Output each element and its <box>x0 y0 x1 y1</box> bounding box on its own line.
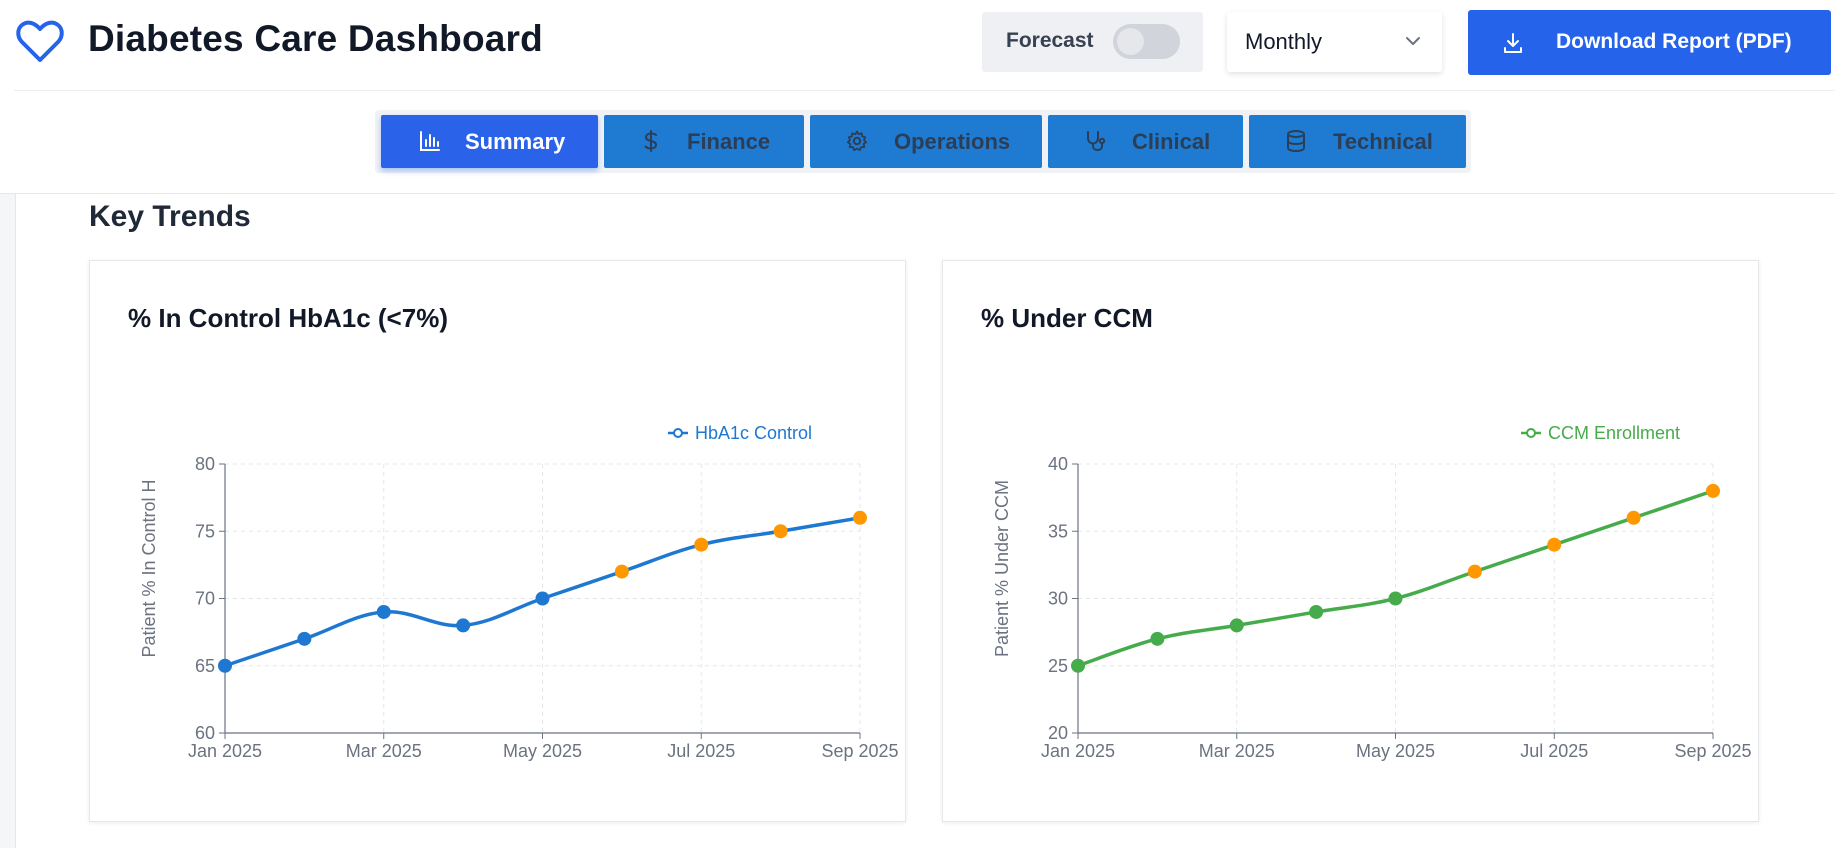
y-axis-title: Patient % In Control H <box>139 479 159 657</box>
y-tick-label: 35 <box>1048 521 1068 541</box>
y-tick-label: 30 <box>1048 589 1068 609</box>
x-tick-label: May 2025 <box>503 741 582 761</box>
x-tick-label: Mar 2025 <box>346 741 422 761</box>
x-tick-label: May 2025 <box>1356 741 1435 761</box>
toggle-knob <box>1117 28 1144 55</box>
ccm-line-chart: 20 25 30 35 40 Jan 2025 Mar 2025 May 2025 Jul 20… <box>992 423 1752 761</box>
forecast-toggle-group: Forecast <box>982 12 1203 72</box>
tab-label: Technical <box>1333 129 1433 154</box>
bar-chart-icon <box>420 131 440 151</box>
forecast-point <box>694 537 709 552</box>
tab-technical[interactable]: Technical <box>1249 115 1466 168</box>
download-report-label: Download Report (PDF) <box>1556 30 1792 53</box>
tab-operations[interactable]: Operations <box>810 115 1042 168</box>
y-tick-label: 25 <box>1048 656 1068 676</box>
x-tick-label: Jul 2025 <box>1520 741 1588 761</box>
x-tick-label: Jan 2025 <box>1041 741 1115 761</box>
y-tick-label: 70 <box>195 589 215 609</box>
x-tick-label: Jul 2025 <box>667 741 735 761</box>
data-point <box>1309 604 1324 619</box>
x-tick-label: Jan 2025 <box>188 741 262 761</box>
chevron-down-icon <box>1406 37 1420 45</box>
y-tick-label: 40 <box>1048 454 1068 474</box>
legend-label: CCM Enrollment <box>1548 423 1680 443</box>
legend-label: HbA1c Control <box>695 423 812 443</box>
top-bar: Diabetes Care Dashboard Forecast Monthly… <box>0 0 1835 92</box>
legend-swatch-dot <box>673 428 683 438</box>
gear-icon <box>846 130 868 151</box>
forecast-toggle[interactable] <box>1113 24 1180 59</box>
x-tick-label: Sep 2025 <box>1674 741 1751 761</box>
tab-label: Operations <box>894 129 1011 154</box>
hba1c-line-chart: 60 65 70 75 80 Jan 2025 Mar 2025 May 2025 Jul 20… <box>139 423 899 761</box>
chart-card-hba1c: % In Control HbA1c (<7%) 60 65 70 75 80 Jan 2… <box>89 260 906 822</box>
data-point <box>1229 618 1244 633</box>
tab-label: Clinical <box>1132 129 1211 154</box>
y-axis-title: Patient % Under CCM <box>992 480 1012 657</box>
data-point <box>1150 631 1165 646</box>
data-point <box>297 631 312 646</box>
heart-icon[interactable] <box>16 20 64 64</box>
data-point <box>1071 658 1085 673</box>
forecast-point <box>773 524 788 539</box>
legend-swatch-dot <box>1526 428 1536 438</box>
download-report-button[interactable]: Download Report (PDF) <box>1468 10 1831 75</box>
database-icon <box>1287 130 1305 153</box>
x-tick-label: Sep 2025 <box>821 741 898 761</box>
data-point <box>1388 591 1403 606</box>
stethoscope-icon <box>1087 131 1106 152</box>
y-tick-label: 80 <box>195 454 215 474</box>
forecast-point <box>1467 564 1482 579</box>
forecast-label: Forecast <box>1006 29 1094 52</box>
data-point <box>456 618 471 633</box>
y-tick-label: 65 <box>195 656 215 676</box>
forecast-point <box>853 510 867 525</box>
tab-group: Summary Finance Operations Clinical Tech… <box>375 110 1471 173</box>
y-tick-label: 60 <box>195 723 215 743</box>
forecast-point <box>1626 510 1641 525</box>
period-select[interactable]: Monthly <box>1227 12 1442 72</box>
tab-finance[interactable]: Finance <box>604 115 804 168</box>
chart-card-ccm: % Under CCM 20 25 30 35 40 Jan 2025 Mar 2025 Ma… <box>942 260 1759 822</box>
dollar-icon <box>644 130 658 152</box>
y-tick-label: 75 <box>195 521 215 541</box>
section-title: Key Trends <box>89 200 251 233</box>
forecast-point <box>1547 537 1562 552</box>
tab-label: Summary <box>465 129 566 154</box>
tab-label: Finance <box>687 129 771 154</box>
data-point <box>535 591 550 606</box>
forecast-point <box>614 564 629 579</box>
data-point <box>376 604 391 619</box>
tab-bar: Summary Finance Operations Clinical Tech… <box>0 92 1835 194</box>
tab-clinical[interactable]: Clinical <box>1048 115 1243 168</box>
download-icon <box>1504 33 1522 53</box>
period-select-value: Monthly <box>1245 29 1323 54</box>
y-tick-label: 20 <box>1048 723 1068 743</box>
header-divider <box>14 90 1835 91</box>
app-title: Diabetes Care Dashboard <box>88 18 543 59</box>
tab-summary[interactable]: Summary <box>381 115 598 168</box>
x-tick-label: Mar 2025 <box>1199 741 1275 761</box>
left-rail <box>0 194 16 848</box>
data-point <box>218 658 232 673</box>
forecast-point <box>1706 483 1720 498</box>
